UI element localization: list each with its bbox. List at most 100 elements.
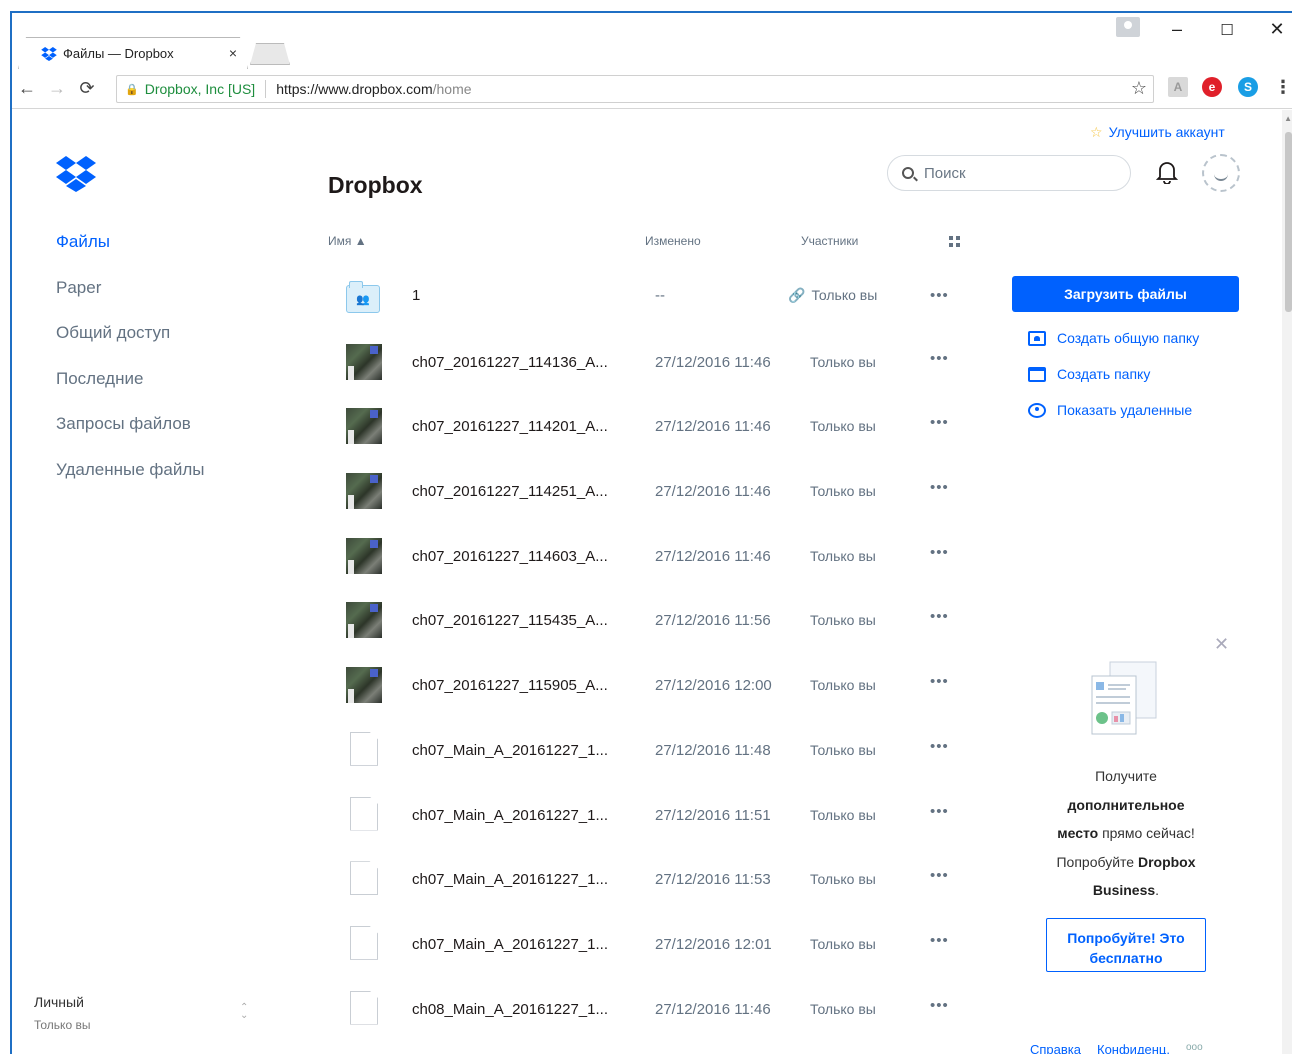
new-shared-folder-label: Создать общую папку xyxy=(1057,330,1200,346)
file-name[interactable]: ch08_Main_A_20161227_1... xyxy=(412,1001,608,1018)
browser-tab[interactable]: Файлы — Dropbox × xyxy=(18,37,248,69)
account-chevron-icon[interactable]: ⌃ ⌄ xyxy=(240,1003,248,1021)
table-row[interactable]: ch07_20161227_115905_A... 27/12/2016 12:… xyxy=(328,653,968,718)
file-name[interactable]: ch07_20161227_114603_A... xyxy=(412,548,608,565)
sidebar-item-files[interactable]: Файлы xyxy=(56,228,204,274)
file-modified: 27/12/2016 11:53 xyxy=(655,871,771,889)
account-subtitle: Только вы xyxy=(34,1018,91,1032)
user-profile-icon[interactable] xyxy=(1116,17,1140,37)
skype-extension-icon[interactable]: S xyxy=(1238,77,1258,97)
sidebar-item-recents[interactable]: Последние xyxy=(56,365,204,411)
sidebar-item-paper[interactable]: Paper xyxy=(56,274,204,320)
more-options-icon[interactable]: ••• xyxy=(930,997,949,1014)
table-row[interactable]: ch07_Main_A_20161227_1... 27/12/2016 11:… xyxy=(328,783,968,848)
more-options-icon[interactable]: ••• xyxy=(930,738,949,755)
close-window-button[interactable]: ✕ xyxy=(1262,19,1292,40)
footer-more-icon[interactable]: ooo xyxy=(1186,1042,1203,1054)
show-deleted-link[interactable]: Показать удаленные xyxy=(1028,402,1192,418)
sidebar-item-sharing[interactable]: Общий доступ xyxy=(56,319,204,365)
more-options-icon[interactable]: ••• xyxy=(930,932,949,949)
pdf-extension-icon[interactable]: A xyxy=(1168,77,1188,97)
forward-arrow-icon[interactable]: → xyxy=(42,78,72,99)
new-shared-folder-link[interactable]: Создать общую папку xyxy=(1028,330,1199,346)
more-options-icon[interactable]: ••• xyxy=(930,287,949,304)
footer-privacy-link[interactable]: Конфиденц. xyxy=(1097,1042,1170,1054)
table-row[interactable]: ch08_Main_A_20161227_1... 27/12/2016 11:… xyxy=(328,977,968,1042)
more-options-icon[interactable]: ••• xyxy=(930,803,949,820)
upgrade-account-link[interactable]: ☆ Улучшить аккаунт xyxy=(1090,124,1225,141)
file-name[interactable]: ch07_20161227_114136_A... xyxy=(412,354,608,371)
table-row[interactable]: ch07_20161227_114603_A... 27/12/2016 11:… xyxy=(328,524,968,589)
business-promo-illustration-icon xyxy=(1091,661,1157,735)
file-name[interactable]: 1 xyxy=(412,287,420,304)
tab-close-icon[interactable]: × xyxy=(229,45,237,61)
address-bar[interactable]: 🔒 Dropbox, Inc [US] https://www.dropbox.… xyxy=(116,75,1154,103)
sidebar-item-deleted-files[interactable]: Удаленные файлы xyxy=(56,456,204,502)
file-icon xyxy=(350,796,378,831)
table-row[interactable]: ch07_Main_A_20161227_1... 27/12/2016 11:… xyxy=(328,718,968,783)
footer-help-link[interactable]: Справка xyxy=(1030,1042,1081,1054)
file-name[interactable]: ch07_20161227_114201_A... xyxy=(412,418,608,435)
file-name[interactable]: ch07_Main_A_20161227_1... xyxy=(412,807,608,824)
file-name[interactable]: ch07_Main_A_20161227_1... xyxy=(412,871,608,888)
browser-menu-icon[interactable]: ⋮ xyxy=(1274,77,1292,97)
file-name[interactable]: ch07_20161227_115905_A... xyxy=(412,677,608,694)
column-header-members[interactable]: Участники xyxy=(801,234,858,248)
column-header-name[interactable]: Имя ▲ xyxy=(328,234,367,248)
bookmark-star-icon[interactable]: ☆ xyxy=(1131,78,1147,99)
file-name[interactable]: ch07_20161227_114251_A... xyxy=(412,483,608,500)
search-box[interactable] xyxy=(887,155,1131,191)
more-options-icon[interactable]: ••• xyxy=(930,544,949,561)
column-header-modified[interactable]: Изменено xyxy=(645,234,701,248)
image-thumbnail xyxy=(346,602,382,639)
more-options-icon[interactable]: ••• xyxy=(930,867,949,884)
table-row[interactable]: ch07_20161227_114201_A... 27/12/2016 11:… xyxy=(328,394,968,459)
table-row[interactable]: 👥 1 -- 🔗 Только вы ••• xyxy=(328,265,968,330)
scroll-thumb[interactable] xyxy=(1285,132,1292,312)
dropbox-favicon-icon xyxy=(41,46,57,61)
sidebar-item-file-requests[interactable]: Запросы файлов xyxy=(56,410,204,456)
new-tab-button[interactable] xyxy=(250,43,290,65)
maximize-button[interactable]: ☐ xyxy=(1212,21,1242,39)
grid-view-icon[interactable] xyxy=(949,236,960,247)
table-row[interactable]: ch07_Main_A_20161227_1... 27/12/2016 11:… xyxy=(328,847,968,912)
avatar[interactable] xyxy=(1202,154,1240,192)
bell-icon[interactable] xyxy=(1156,160,1178,184)
more-options-icon[interactable]: ••• xyxy=(930,479,949,496)
file-name[interactable]: ch07_Main_A_20161227_1... xyxy=(412,742,608,759)
browser-toolbar: ← → ⟳ 🔒 Dropbox, Inc [US] https://www.dr… xyxy=(12,69,1292,109)
upgrade-label: Улучшить аккаунт xyxy=(1108,124,1225,140)
more-options-icon[interactable]: ••• xyxy=(930,414,949,431)
table-row[interactable]: ch07_20161227_115435_A... 27/12/2016 11:… xyxy=(328,588,968,653)
table-row[interactable]: ch07_20161227_114136_A... 27/12/2016 11:… xyxy=(328,330,968,395)
promo-close-icon[interactable]: ✕ xyxy=(1214,634,1229,655)
account-switcher[interactable]: Личный Только вы xyxy=(34,994,90,1032)
image-thumbnail xyxy=(346,667,382,704)
image-thumbnail xyxy=(346,537,382,574)
red-extension-icon[interactable]: e xyxy=(1202,77,1222,97)
page-scrollbar[interactable]: ▲ xyxy=(1282,110,1292,1054)
file-modified: 27/12/2016 11:46 xyxy=(655,483,771,501)
minimize-button[interactable]: – xyxy=(1162,19,1192,40)
more-options-icon[interactable]: ••• xyxy=(930,608,949,625)
file-name[interactable]: ch07_Main_A_20161227_1... xyxy=(412,936,608,953)
table-row[interactable]: ch07_20161227_114251_A... 27/12/2016 11:… xyxy=(328,459,968,524)
upload-files-button[interactable]: Загрузить файлы xyxy=(1012,276,1239,312)
try-free-button[interactable]: Попробуйте! Это бесплатно xyxy=(1046,918,1206,972)
file-modified: 27/12/2016 11:46 xyxy=(655,1000,771,1018)
file-members: Только вы xyxy=(810,353,876,370)
dropbox-logo-icon[interactable] xyxy=(56,156,96,192)
more-options-icon[interactable]: ••• xyxy=(930,673,949,690)
new-folder-link[interactable]: Создать папку xyxy=(1028,366,1150,382)
image-thumbnail xyxy=(346,343,382,380)
file-name[interactable]: ch07_20161227_115435_A... xyxy=(412,612,608,629)
reload-icon[interactable]: ⟳ xyxy=(72,78,102,99)
search-input[interactable] xyxy=(924,164,1104,182)
more-options-icon[interactable]: ••• xyxy=(930,350,949,367)
file-members: Только вы xyxy=(810,547,876,564)
back-arrow-icon[interactable]: ← xyxy=(12,78,42,99)
file-modified: 27/12/2016 11:51 xyxy=(655,806,771,824)
table-row[interactable]: ch07_Main_A_20161227_1... 27/12/2016 12:… xyxy=(328,912,968,977)
scroll-up-icon[interactable]: ▲ xyxy=(1284,114,1292,123)
file-members: 🔗 Только вы xyxy=(788,287,877,304)
